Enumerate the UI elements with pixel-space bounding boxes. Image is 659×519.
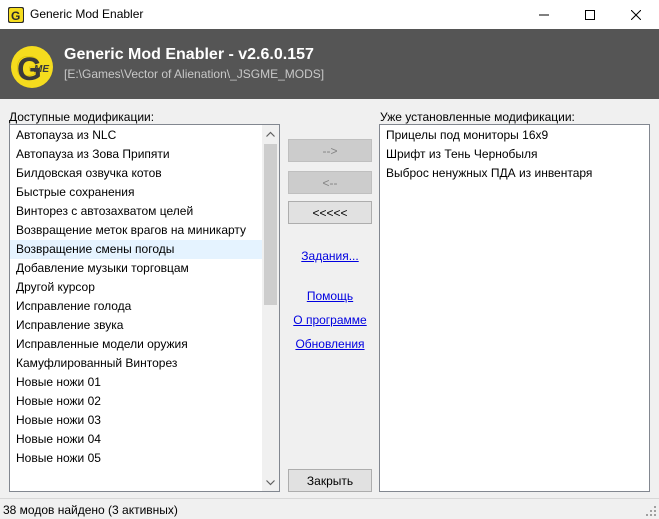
available-mod-list-item[interactable]: Исправление звука	[10, 316, 262, 335]
window-title: Generic Mod Enabler	[30, 7, 144, 21]
available-mod-list-item[interactable]: Добавление музыки торговцам	[10, 259, 262, 278]
available-mod-list-item[interactable]: Исправление голода	[10, 297, 262, 316]
minimize-icon	[539, 14, 549, 15]
deactivate-all-button[interactable]: <<<<<	[288, 201, 372, 224]
available-mod-list-item[interactable]: Возвращение меток врагов на миникарту	[10, 221, 262, 240]
app-title: Generic Mod Enabler - v2.6.0.157	[64, 46, 314, 63]
available-mods-items: Автопауза из NLC Автопауза из Зова Припят…	[10, 126, 262, 468]
maximize-icon	[585, 9, 595, 20]
available-mods-list[interactable]: Автопауза из NLC Автопауза из Зова Припят…	[9, 124, 280, 492]
installed-mods-label: Уже установленные модификации:	[380, 110, 575, 124]
available-mod-list-item[interactable]: Исправленные модели оружия	[10, 335, 262, 354]
chevron-down-icon	[266, 479, 275, 485]
mods-path: [E:\Games\Vector of Alienation\_JSGME_MO…	[64, 67, 325, 81]
updates-link[interactable]: Обновления	[280, 337, 380, 351]
installed-mod-list-item[interactable]: Прицелы под мониторы 16x9	[380, 126, 649, 145]
available-mod-list-item[interactable]: Быстрые сохранения	[10, 183, 262, 202]
available-mod-list-item[interactable]: Камуфлированный Винторез	[10, 354, 262, 373]
scroll-down-button[interactable]	[262, 474, 279, 491]
scroll-thumb[interactable]	[264, 144, 277, 305]
installed-mods-items: Прицелы под мониторы 16x9 Шрифт из Тень Ч…	[380, 126, 649, 183]
resize-grip-icon[interactable]	[645, 505, 657, 517]
activate-mod-button[interactable]: -->	[288, 139, 372, 162]
app-icon: G	[8, 7, 24, 23]
header-banner: G G ME Generic Mod Enabler - v2.6.0.157 …	[0, 29, 659, 99]
available-mod-list-item[interactable]: Другой курсор	[10, 278, 262, 297]
available-mod-list-item[interactable]: Новые ножи 05	[10, 449, 262, 468]
svg-text:G: G	[11, 9, 20, 23]
installed-mod-list-item[interactable]: Шрифт из Тень Чернобыля	[380, 145, 649, 164]
title-bar: G Generic Mod Enabler	[0, 0, 659, 29]
tasks-link[interactable]: Задания...	[280, 249, 380, 263]
available-mod-list-item[interactable]: Новые ножи 03	[10, 411, 262, 430]
maximize-button[interactable]	[567, 0, 613, 29]
chevron-up-icon	[266, 131, 275, 137]
available-mods-label: Доступные модификации:	[9, 110, 155, 124]
installed-mod-list-item[interactable]: Выброс ненужных ПДА из инвентаря	[380, 164, 649, 183]
deactivate-mod-button[interactable]: <--	[288, 171, 372, 194]
help-link[interactable]: Помощь	[280, 289, 380, 303]
available-mod-list-item[interactable]: Автопауза из Зова Припяти	[10, 145, 262, 164]
scroll-up-button[interactable]	[262, 125, 279, 142]
close-icon	[631, 9, 641, 20]
available-mod-list-item[interactable]: Новые ножи 04	[10, 430, 262, 449]
available-mod-list-item[interactable]: Возвращение смены погоды	[10, 240, 262, 259]
minimize-button[interactable]	[521, 0, 567, 29]
installed-mods-list[interactable]: Прицелы под мониторы 16x9 Шрифт из Тень Ч…	[379, 124, 650, 492]
svg-text:ME: ME	[34, 64, 49, 75]
status-bar: 38 модов найдено (3 активных)	[0, 498, 659, 519]
gme-logo: G G ME	[11, 46, 53, 88]
available-mod-list-item[interactable]: Автопауза из NLC	[10, 126, 262, 145]
close-window-button[interactable]	[613, 0, 659, 29]
about-link[interactable]: О программе	[280, 313, 380, 327]
available-mod-list-item[interactable]: Новые ножи 01	[10, 373, 262, 392]
available-mod-list-item[interactable]: Билдовская озвучка котов	[10, 164, 262, 183]
vertical-scrollbar[interactable]	[262, 125, 279, 491]
available-mod-list-item[interactable]: Новые ножи 02	[10, 392, 262, 411]
status-text: 38 модов найдено (3 активных)	[3, 503, 178, 517]
close-button[interactable]: Закрыть	[288, 469, 372, 492]
available-mod-list-item[interactable]: Винторез с автозахватом целей	[10, 202, 262, 221]
